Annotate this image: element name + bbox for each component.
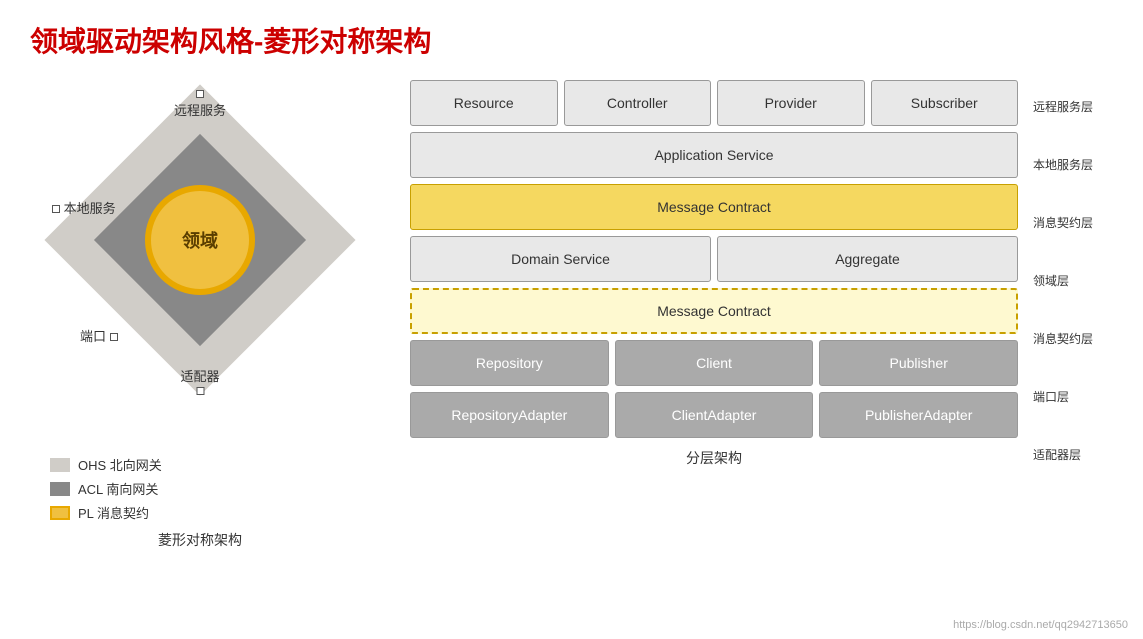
box-domain-service: Domain Service	[410, 236, 711, 282]
square-icon-top	[196, 90, 204, 98]
layer-row-1: Application Service	[410, 132, 1018, 178]
box-subscriber: Subscriber	[871, 80, 1019, 126]
box-client-adapter: ClientAdapter	[615, 392, 814, 438]
layer-row-4: Message Contract	[410, 288, 1018, 334]
box-provider: Provider	[717, 80, 865, 126]
layer-label-0: 远程服务层	[1033, 80, 1113, 132]
diamond-section: 领域 远程服务 本地服务 端口 适配器	[30, 80, 370, 550]
legend-item-ohs: OHS 北向网关	[50, 455, 370, 474]
box-application-service: Application Service	[410, 132, 1018, 178]
page-title: 领域驱动架构风格-菱形对称架构	[30, 20, 1113, 60]
layer-label-5: 端口层	[1033, 370, 1113, 422]
legend: OHS 北向网关 ACL 南向网关 PL 消息契约	[50, 455, 370, 522]
layer-label-3: 领域层	[1033, 254, 1113, 306]
box-publisher-adapter: PublisherAdapter	[819, 392, 1018, 438]
layer-label-1: 本地服务层	[1033, 138, 1113, 190]
box-aggregate: Aggregate	[717, 236, 1018, 282]
legend-text-ohs: OHS 北向网关	[78, 455, 162, 474]
square-icon-left	[52, 205, 60, 213]
diamond-subtitle: 菱形对称架构	[30, 530, 370, 550]
box-resource: Resource	[410, 80, 558, 126]
label-port: 端口	[80, 326, 118, 345]
box-repository-adapter: RepositoryAdapter	[410, 392, 609, 438]
legend-color-ohs	[50, 458, 70, 472]
box-controller: Controller	[564, 80, 712, 126]
layer-row-5: Repository Client Publisher	[410, 340, 1018, 386]
layer-label-4: 消息契约层	[1033, 312, 1113, 364]
label-remote-service: 远程服务	[174, 90, 226, 119]
layers-boxes: Resource Controller Provider Subscriber …	[410, 80, 1018, 468]
layer-row-6: RepositoryAdapter ClientAdapter Publishe…	[410, 392, 1018, 438]
layer-row-2: Message Contract	[410, 184, 1018, 230]
page: 领域驱动架构风格-菱形对称架构 领域 远程服务	[0, 0, 1143, 639]
layer-row-3: Domain Service Aggregate	[410, 236, 1018, 282]
layer-label-6: 适配器层	[1033, 428, 1113, 480]
layer-labels: 远程服务层 本地服务层 消息契约层 领域层 消息契约层 端口层 适配器层	[1033, 80, 1113, 486]
layers-title: 分层架构	[410, 448, 1018, 468]
box-message-contract-top: Message Contract	[410, 184, 1018, 230]
layers-section: Resource Controller Provider Subscriber …	[410, 80, 1113, 486]
box-message-contract-bottom: Message Contract	[410, 288, 1018, 334]
diamond-container: 领域 远程服务 本地服务 端口 适配器	[40, 80, 360, 440]
layer-row-0: Resource Controller Provider Subscriber	[410, 80, 1018, 126]
legend-color-acl	[50, 482, 70, 496]
box-client: Client	[615, 340, 814, 386]
legend-text-acl: ACL 南向网关	[78, 479, 158, 498]
content-area: 领域 远程服务 本地服务 端口 适配器	[30, 80, 1113, 550]
label-adapter: 适配器	[180, 366, 219, 395]
domain-circle: 领域	[145, 185, 255, 295]
layer-label-2: 消息契约层	[1033, 196, 1113, 248]
legend-text-pl: PL 消息契约	[78, 503, 149, 522]
domain-label: 领域	[182, 227, 218, 253]
box-repository: Repository	[410, 340, 609, 386]
square-icon-bottom-left	[110, 333, 118, 341]
legend-color-pl	[50, 506, 70, 520]
square-icon-bottom	[196, 387, 204, 395]
box-publisher: Publisher	[819, 340, 1018, 386]
label-local-service: 本地服务	[52, 198, 116, 217]
url-label: https://blog.csdn.net/qq2942713650	[953, 619, 1128, 631]
legend-item-pl: PL 消息契约	[50, 503, 370, 522]
legend-item-acl: ACL 南向网关	[50, 479, 370, 498]
